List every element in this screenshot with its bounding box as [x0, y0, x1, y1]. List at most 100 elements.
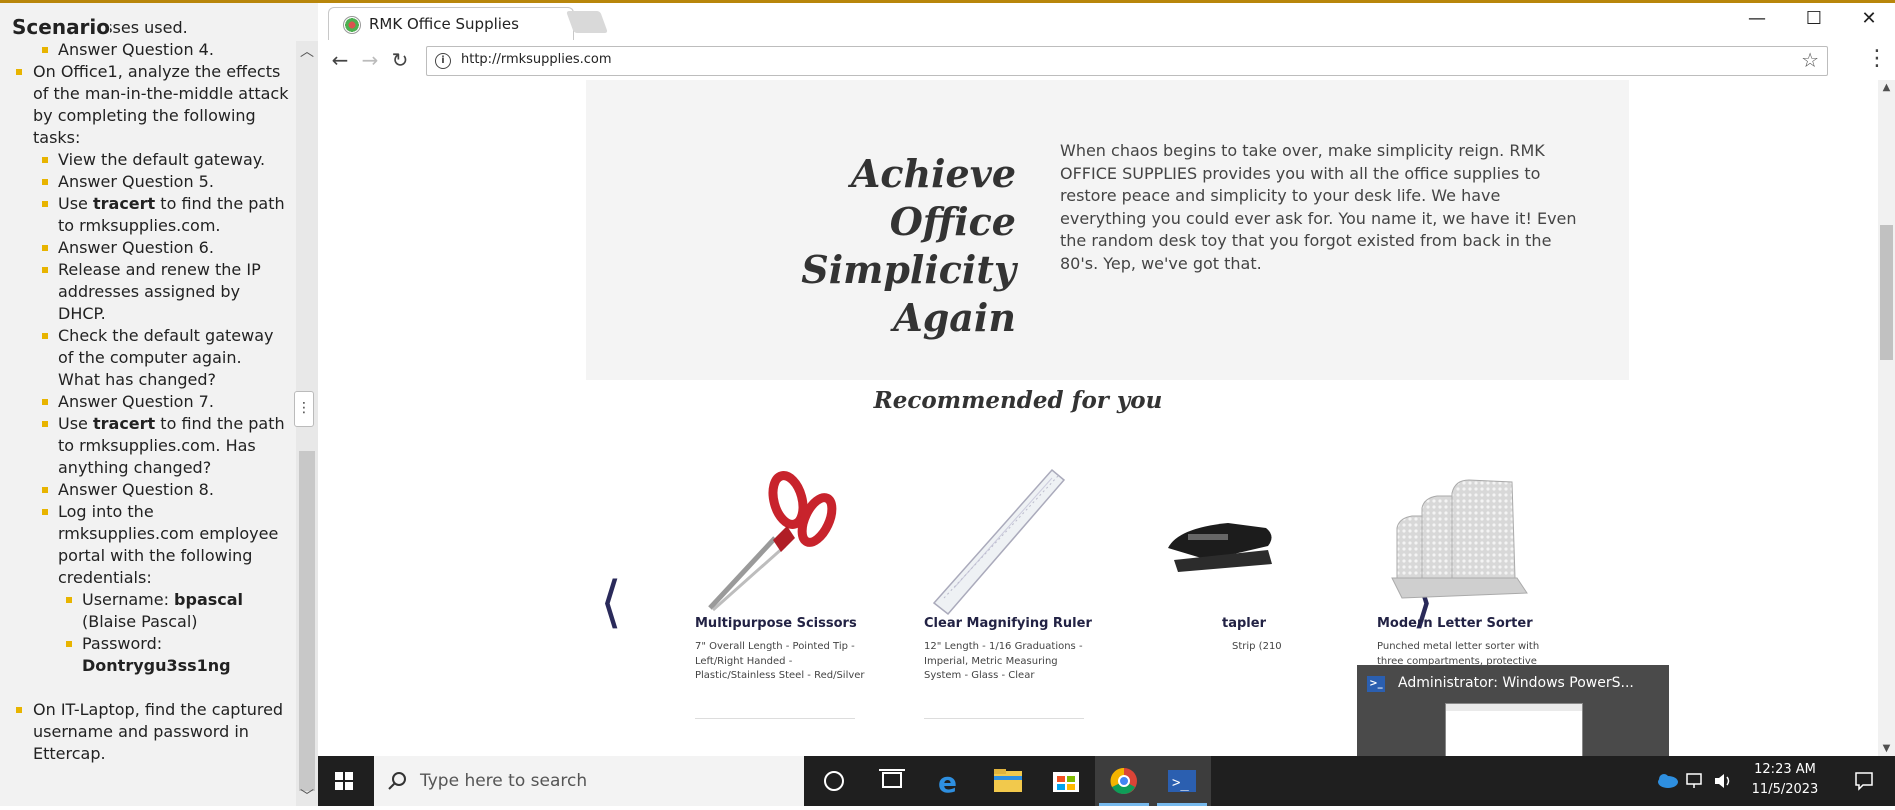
ruler-image[interactable] [924, 468, 1084, 618]
scenario-line: Password: [82, 634, 163, 653]
task-view-icon[interactable] [863, 756, 921, 806]
line-bold-text: tracert [92, 414, 156, 433]
scenario-line: (Blaise Pascal) [82, 612, 198, 631]
scenario-line: to rmksupplies.com. [58, 216, 221, 235]
notifications-icon[interactable] [1853, 770, 1875, 792]
tab-bar: RMK Office Supplies — ☐ ✕ [318, 3, 1895, 41]
line-text: Use [58, 414, 93, 433]
preview-thumbnail[interactable] [1445, 703, 1583, 756]
browser-menu-icon[interactable]: ⋮ [1866, 46, 1888, 74]
svg-text:>_: >_ [1172, 775, 1189, 791]
preview-title: Administrator: Windows PowerS... [1398, 675, 1634, 691]
taskbar-search-box[interactable]: Type here to search [374, 756, 804, 806]
bullet-icon [66, 641, 72, 647]
line-text: to find the path [155, 194, 285, 213]
scenario-line: portal with the following [58, 546, 253, 565]
bullet-icon [66, 597, 72, 603]
product-name[interactable]: Modern Letter Sorter [1377, 616, 1533, 631]
info-icon[interactable]: i [435, 53, 451, 69]
bullet-icon [42, 267, 48, 273]
scroll-down-icon[interactable]: ▼ [1878, 743, 1895, 754]
edge-browser-icon[interactable]: e [921, 756, 979, 806]
windows-start-icon[interactable] [318, 756, 370, 806]
url-text[interactable]: http://rmksupplies.com [461, 52, 612, 67]
scenario-title: Scenario [12, 15, 111, 39]
scenario-line: to rmksupplies.com. Has [58, 436, 256, 455]
minimize-icon[interactable]: — [1733, 5, 1781, 33]
bullet-icon [42, 421, 48, 427]
product-name[interactable]: Multipurpose Scissors [695, 616, 857, 631]
bullet-icon [16, 69, 22, 75]
product-card[interactable]: Multipurpose Scissors 7" Overall Length … [695, 468, 875, 719]
page-scrollbar[interactable]: ▲ ▼ [1878, 80, 1895, 756]
powershell-icon[interactable]: >_ [1153, 756, 1211, 806]
scenario-line: What has changed? [58, 370, 217, 389]
scenario-line: Release and renew the IP [58, 260, 261, 279]
network-icon[interactable] [1684, 771, 1706, 791]
scenario-line: Username: bpascal [82, 589, 243, 611]
scenario-line: Ettercap. [33, 744, 106, 763]
scenario-line: View the default gateway. [58, 150, 266, 169]
bullet-icon [42, 509, 48, 515]
product-card[interactable]: Modern Letter Sorter Punched metal lette… [1377, 468, 1557, 719]
scenario-line: by completing the following [33, 106, 256, 125]
divider [695, 718, 855, 719]
scenario-line: On IT-Laptop, find the captured [33, 700, 284, 719]
scissors-image[interactable] [695, 468, 855, 618]
file-explorer-icon[interactable] [979, 756, 1037, 806]
carousel-prev-icon[interactable]: ⟨ [600, 570, 622, 635]
clock-time[interactable]: 12:23 AM [1750, 762, 1820, 777]
onedrive-icon[interactable] [1656, 771, 1678, 789]
volume-icon[interactable] [1712, 771, 1734, 791]
scenario-line: Answer Question 4. [58, 40, 214, 59]
scroll-up-icon[interactable]: ▲ [1878, 82, 1895, 93]
product-name[interactable]: tapler [1222, 616, 1266, 631]
recommended-heading: Recommended for you [873, 387, 1163, 414]
line-text: Username: [82, 590, 175, 609]
address-bar[interactable]: i http://rmksupplies.com ☆ [426, 46, 1828, 76]
reload-icon[interactable]: ↻ [386, 46, 414, 74]
scenario-line: Check the default gateway [58, 326, 274, 345]
clock-date[interactable]: 11/5/2023 [1750, 782, 1820, 797]
store-icon[interactable] [1037, 756, 1095, 806]
scenario-line: Answer Question 7. [58, 392, 214, 411]
stapler-image[interactable] [1148, 468, 1308, 618]
line-bold-text: tracert [92, 194, 156, 213]
bullet-icon [42, 333, 48, 339]
scenario-line: anything changed? [58, 458, 212, 477]
product-card[interactable]: Clear Magnifying Ruler 12" Length - 1/16… [924, 468, 1104, 719]
bullet-icon [42, 201, 48, 207]
powershell-icon: >_ [1367, 676, 1385, 692]
scenario-line: username and password in [33, 722, 249, 741]
panel-resize-grip[interactable]: ⋮ [294, 391, 314, 427]
bullet-icon [42, 245, 48, 251]
scenario-scroll-thumb[interactable] [299, 451, 315, 791]
scroll-down-icon[interactable]: ﹀ [296, 786, 318, 806]
tab-rmk-office-supplies[interactable]: RMK Office Supplies [328, 7, 574, 41]
scenario-line: Answer Question 6. [58, 238, 214, 257]
bullet-icon [42, 399, 48, 405]
product-description: 12" Length - 1/16 Graduations - Imperial… [924, 641, 1083, 681]
cortana-icon[interactable] [805, 756, 863, 806]
line-text: to find the path [155, 414, 285, 433]
page-scroll-thumb[interactable] [1880, 225, 1893, 360]
close-icon[interactable]: ✕ [1845, 5, 1893, 33]
bookmark-star-icon[interactable]: ☆ [1801, 48, 1819, 72]
browser-window: RMK Office Supplies — ☐ ✕ ← → ↻ i http:/… [318, 3, 1895, 756]
hero-title: Achieve Office Simplicity Again [801, 151, 1016, 340]
scenario-line: Answer Question 5. [58, 172, 214, 191]
letter-sorter-image[interactable] [1377, 468, 1537, 618]
product-card[interactable]: tapler Strip (210 [1148, 468, 1328, 652]
forward-arrow-icon[interactable]: → [356, 46, 384, 74]
maximize-icon[interactable]: ☐ [1790, 5, 1838, 33]
scenario-line: Log into the [58, 502, 154, 521]
new-tab-button[interactable] [565, 11, 609, 33]
bullet-icon [42, 47, 48, 53]
back-arrow-icon[interactable]: ← [326, 46, 354, 74]
navigation-bar: ← → ↻ i http://rmksupplies.com ☆ ⋮ [318, 40, 1895, 81]
scroll-up-icon[interactable]: ︿ [296, 41, 318, 61]
chrome-icon[interactable] [1095, 756, 1153, 806]
line-bold-text: Dontrygu3ss1ng [82, 656, 231, 675]
product-name[interactable]: Clear Magnifying Ruler [924, 616, 1092, 631]
taskbar-preview-popup[interactable]: >_ Administrator: Windows PowerS... [1357, 665, 1669, 756]
